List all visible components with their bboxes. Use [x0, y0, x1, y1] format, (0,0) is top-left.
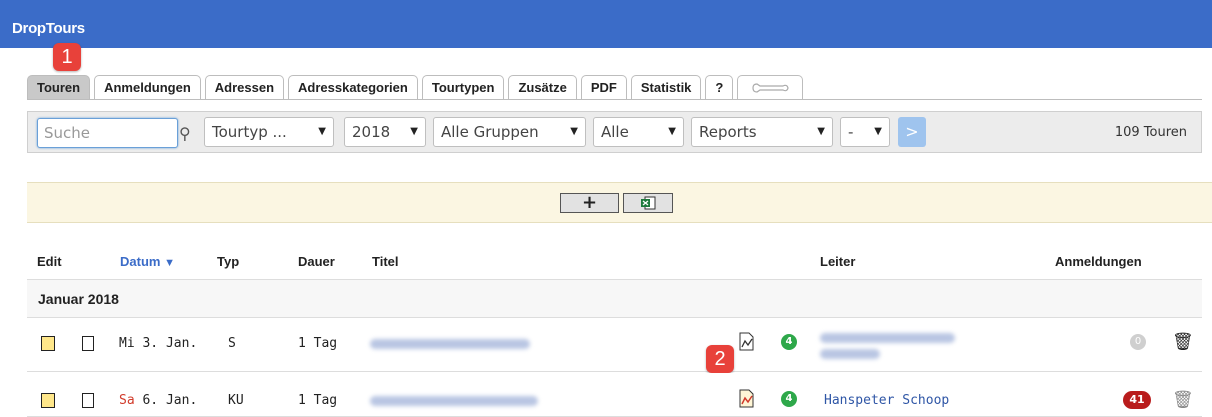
- row-weekday: Sa: [119, 393, 135, 408]
- chevron-down-icon: ▼: [874, 126, 882, 137]
- table-header: Edit Datum ▼ Typ Dauer Titel Leiter Anme…: [27, 243, 1202, 280]
- tab-adresskategorien[interactable]: Adresskategorien: [288, 75, 418, 100]
- reports-select-value: Reports: [699, 123, 757, 141]
- col-registrations: Anmeldungen: [1055, 254, 1142, 269]
- tab-adressen[interactable]: Adressen: [204, 75, 285, 100]
- search-icon[interactable]: ⚲: [179, 124, 191, 143]
- sort-desc-icon: ▼: [164, 257, 175, 269]
- row-duration: 1 Tag: [298, 336, 338, 351]
- redacted-leader[interactable]: [820, 333, 955, 343]
- col-duration: Dauer: [298, 254, 335, 269]
- filter-bar: ⚲ Tourtyp ... ▼ 2018 ▼ Alle Gruppen ▼ Alle ▼…: [27, 111, 1202, 153]
- col-leader: Leiter: [820, 254, 856, 269]
- row-weekday: Mi: [119, 336, 135, 351]
- row-date: Mi 3. Jan.: [119, 336, 197, 351]
- tourtyp-select[interactable]: Tourtyp ... ▼: [204, 117, 334, 147]
- tools-icon: [752, 83, 789, 93]
- tab-touren[interactable]: Touren: [27, 75, 91, 100]
- groups-select[interactable]: Alle Gruppen ▼: [433, 117, 586, 147]
- leader-link[interactable]: Hanspeter Schoop: [824, 393, 949, 408]
- year-select[interactable]: 2018 ▼: [344, 117, 426, 147]
- table-row: Mi 3. Jan. S 1 Tag 4 0 🗑: [27, 319, 1202, 372]
- row-duration: 1 Tag: [298, 393, 338, 408]
- annotation-marker-2: 2: [706, 345, 734, 373]
- status-badge: 4: [781, 391, 797, 407]
- go-button[interactable]: >: [898, 117, 926, 147]
- tab-anmeldungen[interactable]: Anmeldungen: [94, 75, 201, 100]
- tab-zusaetze[interactable]: Zusätze: [508, 75, 577, 100]
- row-date-value: 3. Jan.: [142, 336, 198, 351]
- table-row: Sa 6. Jan. KU 1 Tag 4 Hanspeter Schoop 4…: [27, 373, 1202, 417]
- edit-icon[interactable]: [41, 336, 55, 351]
- document-icon[interactable]: [82, 393, 94, 408]
- trash-icon[interactable]: 🗑: [1172, 332, 1194, 352]
- tab-help[interactable]: ?: [705, 75, 734, 100]
- col-date[interactable]: Datum ▼: [120, 254, 175, 269]
- registrations-badge[interactable]: 0: [1130, 334, 1146, 350]
- app-title: DropTours: [12, 20, 85, 37]
- action-bar: +: [27, 182, 1212, 223]
- document-icon[interactable]: [82, 336, 94, 351]
- chevron-down-icon: ▼: [570, 126, 578, 137]
- scope-select[interactable]: Alle ▼: [593, 117, 684, 147]
- tab-tools[interactable]: [737, 75, 804, 100]
- trash-icon[interactable]: 🗑: [1172, 390, 1194, 410]
- redacted-leader[interactable]: [820, 349, 880, 359]
- row-type: S: [228, 336, 236, 351]
- groups-select-value: Alle Gruppen: [441, 123, 539, 141]
- row-date-value: 6. Jan.: [142, 393, 198, 408]
- col-date-label: Datum: [120, 254, 161, 269]
- row-type: KU: [228, 393, 244, 408]
- month-group-header: Januar 2018: [27, 280, 1202, 318]
- excel-icon: [641, 196, 656, 210]
- chart-icon[interactable]: [738, 332, 756, 351]
- main-tabs: Touren Anmeldungen Adressen Adresskatego…: [27, 75, 807, 100]
- export-excel-button[interactable]: [623, 193, 673, 213]
- redacted-title[interactable]: [370, 396, 538, 406]
- chevron-down-icon: ▼: [817, 126, 825, 137]
- tourtyp-select-value: Tourtyp ...: [212, 123, 287, 141]
- annotation-marker-1: 1: [53, 43, 81, 71]
- chart-icon[interactable]: [738, 389, 756, 408]
- dash-select-value: -: [848, 123, 854, 141]
- chevron-down-icon: ▼: [318, 126, 326, 137]
- scope-select-value: Alle: [601, 123, 629, 141]
- registrations-badge[interactable]: 41: [1123, 391, 1151, 409]
- year-select-value: 2018: [352, 123, 391, 141]
- status-badge: 4: [781, 334, 797, 350]
- col-title: Titel: [372, 254, 399, 269]
- col-edit: Edit: [37, 254, 62, 269]
- search-input[interactable]: [37, 118, 178, 148]
- tab-statistik[interactable]: Statistik: [630, 75, 702, 100]
- app-header: DropTours: [0, 0, 1212, 48]
- redacted-title[interactable]: [370, 339, 530, 349]
- reports-select[interactable]: Reports ▼: [691, 117, 833, 147]
- tab-divider: [27, 99, 1202, 100]
- dash-select[interactable]: - ▼: [840, 117, 890, 147]
- tab-tourtypen[interactable]: Tourtypen: [421, 75, 505, 100]
- edit-icon[interactable]: [41, 393, 55, 408]
- chevron-down-icon: ▼: [410, 126, 418, 137]
- col-type: Typ: [217, 254, 240, 269]
- chevron-down-icon: ▼: [668, 126, 676, 137]
- add-tour-button[interactable]: +: [560, 193, 619, 213]
- tab-pdf[interactable]: PDF: [580, 75, 627, 100]
- row-date: Sa 6. Jan.: [119, 393, 197, 408]
- tour-count: 109 Touren: [1114, 125, 1187, 140]
- month-group-label: Januar 2018: [38, 291, 119, 307]
